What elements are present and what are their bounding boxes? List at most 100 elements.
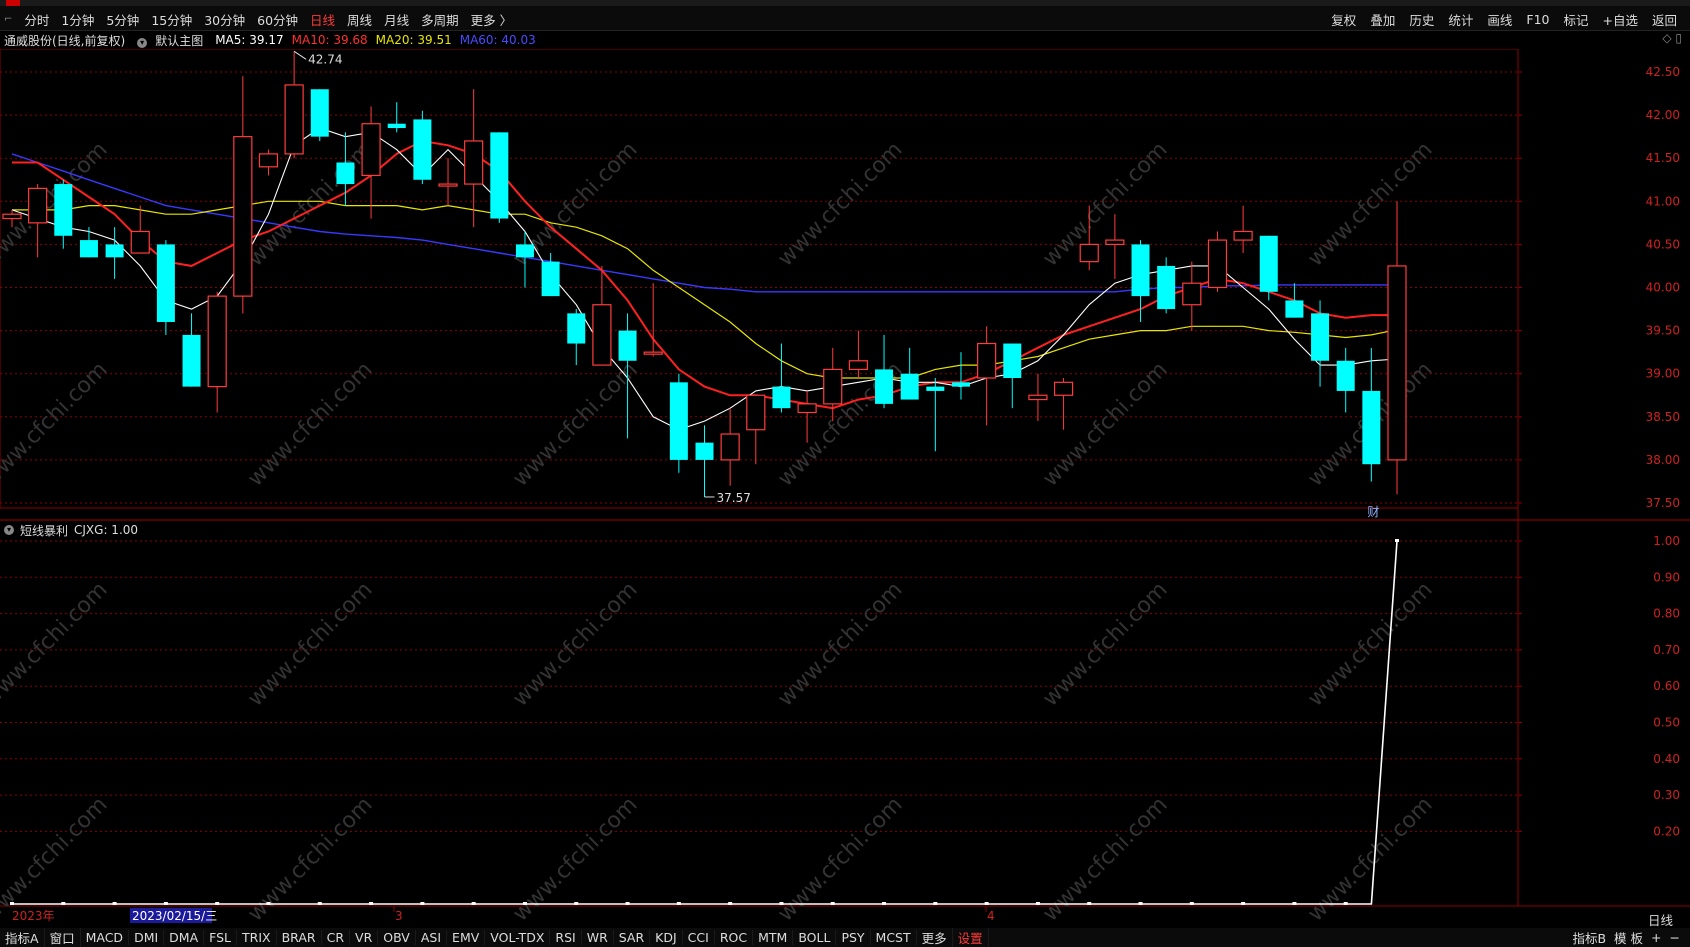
toolbar-button[interactable]: 标记 [1563,10,1588,29]
candle-body-down [387,123,406,129]
bottom-control[interactable]: 指标B [1572,928,1606,947]
indicator-tab[interactable]: MACD [81,930,130,945]
candle-body-down [310,89,329,137]
indicator-tab[interactable]: BOLL [793,930,837,945]
indicator-tab[interactable]: FSL [204,930,238,945]
kline-chart-svg[interactable]: 42.5042.0041.5041.0040.5040.0039.5039.00… [0,48,1690,928]
watermark-text: www.cfchi.com [1038,137,1172,271]
candle-body-down [156,244,175,322]
candle-body-down [413,119,432,180]
candle-body-down [515,244,534,258]
indicator-tab[interactable]: CCI [683,930,715,945]
indicator-tab[interactable]: 窗口 [45,928,81,947]
indicator-tab[interactable]: VOL-TDX [485,930,551,945]
title-strip [0,0,1690,6]
period-tab[interactable]: 月线 [384,10,409,29]
ma5-label: MA5: 39.17 [215,33,284,47]
candle-body-up [207,295,227,388]
indicator-tabs: 指标A 窗口 MACD DMI DMA FSL TRIX BRAR CR VR OBV ASI EMV V… [0,928,1690,947]
indicator-tab[interactable]: 更多 [917,928,953,947]
cjxg-point [1343,902,1348,905]
period-display[interactable]: 日线 [1648,910,1673,929]
toolbar-button[interactable]: 返回 [1652,10,1677,29]
toolbar-button[interactable]: F10 [1526,12,1549,27]
period-tab[interactable]: 更多 〉 [471,10,512,29]
template-selector[interactable]: ▾ 默认主图 [133,32,207,49]
y-tick-label: 38.00 [1646,453,1680,467]
period-tab[interactable]: 周线 [347,10,372,29]
y-tick-label: 40.00 [1646,281,1680,295]
indicator-tab[interactable]: DMA [164,930,205,945]
period-tab[interactable]: 60分钟 [257,10,298,29]
bottom-control[interactable]: 模 板 [1614,928,1643,947]
indicator-tab[interactable]: 指标A [0,928,45,947]
indicator-tab[interactable]: BRAR [277,930,322,945]
period-tab[interactable]: 15分钟 [151,10,192,29]
indicator-tab[interactable]: KDJ [650,930,683,945]
high-pointer [293,50,307,60]
indicator-tab[interactable]: ROC [715,930,754,945]
candle-body-down [772,386,791,409]
indicator-tab[interactable]: EMV [447,930,486,945]
cjxg-point [728,902,733,905]
chart-corner-icons[interactable]: ◇ ▯ [1662,31,1682,45]
watermark-text: www.cfchi.com [508,357,642,491]
period-tab[interactable]: 分时 [24,10,49,29]
candle-body-up [823,368,843,405]
toolbar-button[interactable]: 叠加 [1370,10,1395,29]
candle-body-up [1387,265,1407,461]
candle-body-up [592,304,612,366]
indicator-tab[interactable]: SAR [614,930,651,945]
low-label: 37.57 [717,491,751,505]
bottom-control[interactable]: − [1670,930,1680,945]
indicator-tab[interactable]: MTM [753,930,794,945]
indicator-tab[interactable]: 设置 [953,928,989,947]
indicator-tab[interactable]: PSY [836,930,871,945]
y-tick-label: 38.50 [1646,410,1680,424]
toolbar-tools: 复权 叠加 历史 统计 画线 F10 标记 +自选 返回 [1324,8,1684,30]
x-axis-label: 4 [987,909,995,923]
watermark-text: www.cfchi.com [1038,357,1172,491]
bottom-right-controls: 指标B 模 板 + − [1564,928,1680,947]
period-tab[interactable]: 多周期 [421,10,459,29]
period-tab[interactable]: 30分钟 [204,10,245,29]
candle-body-up [1182,282,1202,306]
indicator-tab[interactable]: MCST [871,930,917,945]
toolbar-button[interactable]: 画线 [1487,10,1512,29]
candle-body-down [54,184,73,236]
stock-title: 通威股份(日线,前复权) [4,33,126,48]
y-tick-label: 40.50 [1646,237,1680,251]
bottom-control[interactable]: + [1651,930,1661,945]
corner-icon[interactable]: ⌐ [4,14,12,25]
indicator-tab[interactable]: RSI [550,930,582,945]
candle-body-down [1131,244,1150,297]
candle-body-down [900,373,919,400]
toolbar-button[interactable]: +自选 [1603,10,1638,29]
app-logo [6,0,20,6]
candle-body-up [848,360,868,370]
period-tab[interactable]: 5分钟 [106,10,139,29]
period-tab[interactable]: 1分钟 [61,10,94,29]
toolbar-button[interactable]: 复权 [1331,10,1356,29]
watermark-text: www.cfchi.com [773,577,907,711]
cjxg-point [1292,902,1297,905]
indicator-tab[interactable]: DMI [129,930,165,945]
main-panel-frame [0,48,1519,509]
toolbar-button[interactable]: 历史 [1409,10,1434,29]
indicator-tab[interactable]: VR [350,930,379,945]
period-tab[interactable]: 日线 [310,10,335,29]
indicator-tab[interactable]: OBV [378,930,416,945]
candle-body-down [541,261,560,297]
indicator-tab[interactable]: TRIX [237,930,277,945]
candle-body-up [233,136,253,297]
cjxg-point [522,902,527,905]
indicator-tab[interactable]: ASI [416,930,448,945]
candle-body-down [336,162,355,185]
toolbar-button[interactable]: 统计 [1448,10,1473,29]
ma60-label: MA60: 40.03 [459,33,536,47]
indicator-tab[interactable]: WR [582,930,614,945]
indicator-tab[interactable]: CR [322,930,351,945]
candle-body-down [1336,360,1355,391]
sub-y-tick-label: 0.20 [1653,824,1680,838]
chart-area[interactable]: 42.50 42.00 41.50 41.00 40.50 40.00 39.50 39.00… [0,48,1690,931]
